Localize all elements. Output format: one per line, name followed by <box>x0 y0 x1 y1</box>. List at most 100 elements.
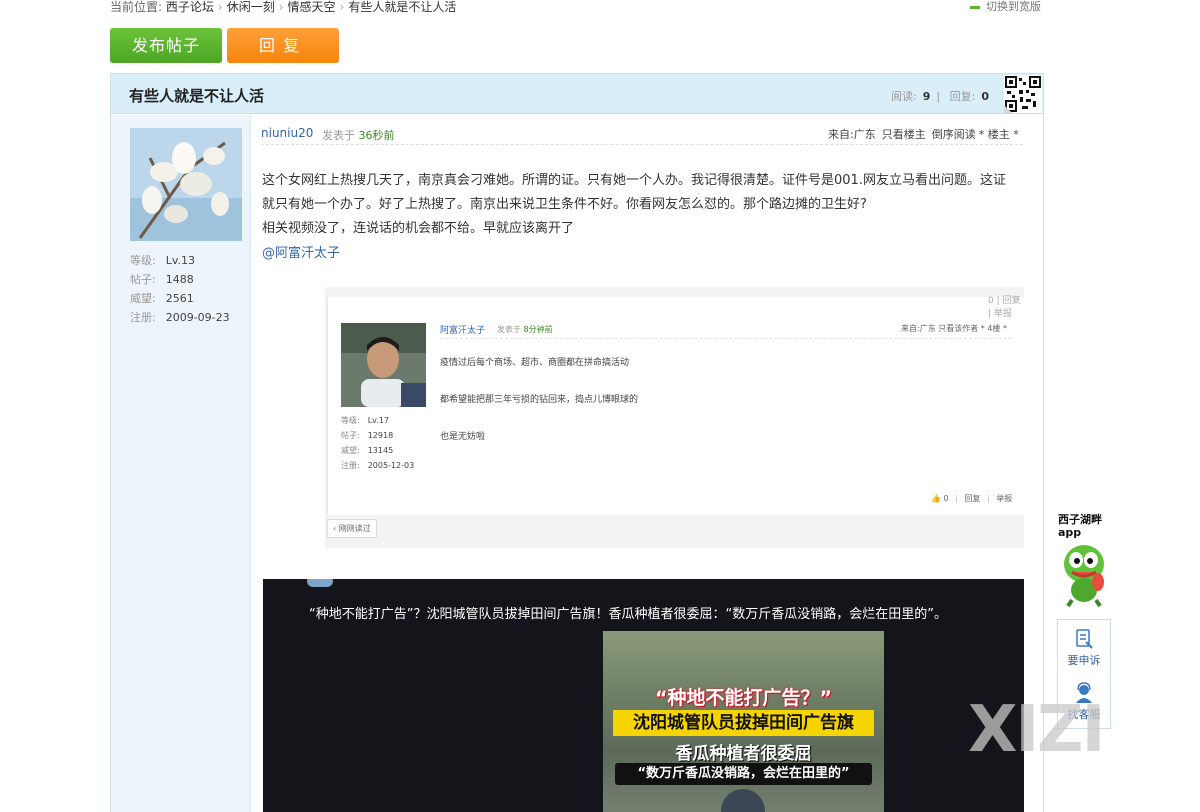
author-level: 等级: Lv.13 <box>130 252 195 268</box>
app-suffix: app <box>1058 526 1082 539</box>
registered-value: 2009-09-23 <box>165 311 230 324</box>
breadcrumb-separator: › <box>217 0 223 14</box>
complaint-icon <box>1076 629 1093 649</box>
floor-label: * 楼主 * <box>978 128 1019 141</box>
video-title-4: “数万斤香瓜没销路，会烂在田里的” <box>615 763 872 785</box>
embedded-post-card: 0 | 回复 | 举报 等级: Lv.17 帖子: 12918 威望: 13145 注… <box>327 296 1024 515</box>
embedded-screenshot: 0 | 回复 | 举报 等级: Lv.17 帖子: 12918 威望: 13145 注… <box>263 287 1024 548</box>
qr-code-icon[interactable] <box>1004 75 1042 113</box>
embedded-like-count: 0 <box>943 494 949 503</box>
breadcrumb-item-leisure[interactable]: 休闲一刻 <box>227 0 275 14</box>
embedded-post-tools: 来自:广东 只看该作者 * 4楼 * <box>901 324 1007 333</box>
embedded-line: 也是无妨啦 <box>440 432 486 442</box>
video-title-2: 沈阳城管队员拔掉田间广告旗 <box>613 710 874 736</box>
embedded-registered: 注册: 2005-12-03 <box>341 460 414 471</box>
thread-stats: 阅读: 9 | 回复: 0 <box>891 88 995 104</box>
level-label: 等级: <box>130 254 156 267</box>
embedded-level: 等级: Lv.17 <box>341 415 389 426</box>
embed-top-actions: 0 | 回复 | 举报 <box>988 296 1021 319</box>
video-person <box>721 789 765 812</box>
embedded-registered-value: 2005-12-03 <box>367 461 415 470</box>
video-frame: “种地不能打广告？” 沈阳城管队员拔掉田间广告旗 香瓜种植者很委屈 “数万斤香瓜… <box>603 631 884 812</box>
video-player[interactable]: “种地不能打广告”？沈阳城管队员拔掉田间广告旗！香瓜种植者很委屈：“数万斤香瓜没… <box>263 579 1024 812</box>
author-sidebar: 等级: Lv.13 帖子: 1488 威望: 2561 注册: 2009-09-23 <box>111 115 251 812</box>
posts-value: 1488 <box>165 273 194 286</box>
reply-count: 0 <box>981 90 989 103</box>
embedded-prestige-value: 13145 <box>367 446 394 455</box>
wide-mode-icon <box>970 5 980 9</box>
stats-separator: | <box>936 90 941 103</box>
read-count: 9 <box>922 90 931 103</box>
embedded-prestige-label: 威望: <box>341 446 360 455</box>
post-line: 就只有她一个办了。好了上热搜了。南京出来说卫生条件不好。你看网友怎么怼的。那个路… <box>262 197 867 212</box>
reply-button[interactable]: 回复 <box>227 28 339 63</box>
post-line: 这个女网红上热搜几天了，南京真会刁难她。所谓的证。只有她一个人办。我记得很清楚。… <box>262 173 1006 188</box>
registered-label: 注册: <box>130 311 156 324</box>
post-time: 发表于 36秒前 <box>322 127 395 143</box>
embedded-footer-actions: 👍 0 | 回复 | 举报 <box>931 494 1013 503</box>
wide-mode-label: 切换到宽版 <box>986 0 1041 13</box>
embedded-avatar <box>341 323 426 407</box>
author-avatar[interactable] <box>130 128 242 241</box>
embedded-posted-prefix: 发表于 <box>497 325 521 334</box>
breadcrumb: 当前位置: 西子论坛 › 休闲一刻 › 情感天空 › 有些人就是不让人活 <box>110 0 456 16</box>
thumbs-up-icon: 👍 <box>931 494 941 503</box>
embedded-posted-ago: 8分钟前 <box>523 325 553 334</box>
breadcrumb-item-forum[interactable]: 西子论坛 <box>166 0 214 14</box>
posted-prefix: 发表于 <box>322 129 355 142</box>
video-badge-icon <box>307 579 333 587</box>
app-promo-label[interactable]: 西子湖畔 app <box>1058 513 1102 539</box>
embedded-prestige: 威望: 13145 <box>341 445 393 456</box>
post-divider <box>261 144 1023 145</box>
breadcrumb-separator: › <box>278 0 284 14</box>
reply-count-label: 回复: <box>949 90 976 103</box>
reverse-order-link[interactable]: 倒序阅读 <box>932 128 976 141</box>
post-body: 这个女网红上热搜几天了，南京真会刁难她。所谓的证。只有她一个人办。我记得很清楚。… <box>262 169 1022 241</box>
video-title-3: 香瓜种植者很委屈 <box>675 744 812 764</box>
app-name: 西子湖畔 <box>1058 513 1102 526</box>
embedded-posts-label: 帖子: <box>341 431 360 440</box>
embedded-line: 疫情过后每个商场、超市、商圈都在拼命搞活动 <box>440 358 630 368</box>
embedded-post-time: 发表于 8分钟前 <box>497 324 553 335</box>
prestige-label: 威望: <box>130 292 156 305</box>
embedded-posts-value: 12918 <box>367 431 394 440</box>
post-thread-button[interactable]: 发布帖子 <box>110 28 222 63</box>
embedded-report: 举报 <box>996 494 1013 503</box>
video-caption: “种地不能打广告”？沈阳城管队员拔掉田间广告旗！香瓜种植者很委屈：“数万斤香瓜没… <box>309 607 947 622</box>
post-location: 来自:广东 <box>828 128 876 141</box>
post-tools: 来自:广东 只看楼主 倒序阅读 * 楼主 * <box>828 126 1019 142</box>
breadcrumb-separator: › <box>339 0 345 14</box>
only-author-link[interactable]: 只看楼主 <box>882 128 926 141</box>
embedded-reply: 回复 <box>964 494 981 503</box>
posted-ago: 36秒前 <box>358 129 395 142</box>
embedded-registered-label: 注册: <box>341 461 360 470</box>
xizi-watermark: XIZI <box>968 693 1105 767</box>
embed-margin <box>263 287 325 548</box>
breadcrumb-item-emotion[interactable]: 情感天空 <box>288 0 336 14</box>
thread-frame: 有些人就是不让人活 阅读: 9 | 回复: 0 等级: Lv.13 帖子: 14… <box>110 73 1044 812</box>
embedded-author-name: 阿富汗太子 <box>440 326 486 336</box>
author-posts: 帖子: 1488 <box>130 271 194 287</box>
embedded-level-label: 等级: <box>341 416 360 425</box>
thread-title: 有些人就是不让人活 <box>129 87 265 105</box>
level-value: Lv.13 <box>165 254 195 267</box>
breadcrumb-item-current[interactable]: 有些人就是不让人活 <box>348 0 456 14</box>
read-label: 阅读: <box>891 90 917 103</box>
breadcrumb-prefix: 当前位置: <box>110 0 163 14</box>
post-line: 相关视频没了，连说话的机会都不给。早就应该离开了 <box>262 221 575 236</box>
embedded-recently-read: ‹ 刚刚读过 <box>327 519 377 538</box>
author-registered: 注册: 2009-09-23 <box>130 309 230 325</box>
prestige-value: 2561 <box>165 292 194 305</box>
author-name-link[interactable]: niuniu20 <box>261 126 313 140</box>
author-prestige: 威望: 2561 <box>130 290 194 306</box>
mention-link[interactable]: @阿富汗太子 <box>262 242 340 261</box>
video-title-1: “种地不能打广告？” <box>655 687 832 709</box>
mascot-icon[interactable] <box>1058 542 1108 608</box>
embedded-posts: 帖子: 12918 <box>341 430 393 441</box>
embedded-line: 都希望能把那三年亏损的钻回来，捣点儿博眼球的 <box>440 395 639 405</box>
complaint-label: 要申诉 <box>1067 654 1101 667</box>
posts-label: 帖子: <box>130 273 156 286</box>
wide-mode-switch[interactable]: 切换到宽版 <box>970 0 1041 14</box>
embedded-level-value: Lv.17 <box>367 416 389 425</box>
complaint-button[interactable]: 要申诉 <box>1058 628 1110 668</box>
